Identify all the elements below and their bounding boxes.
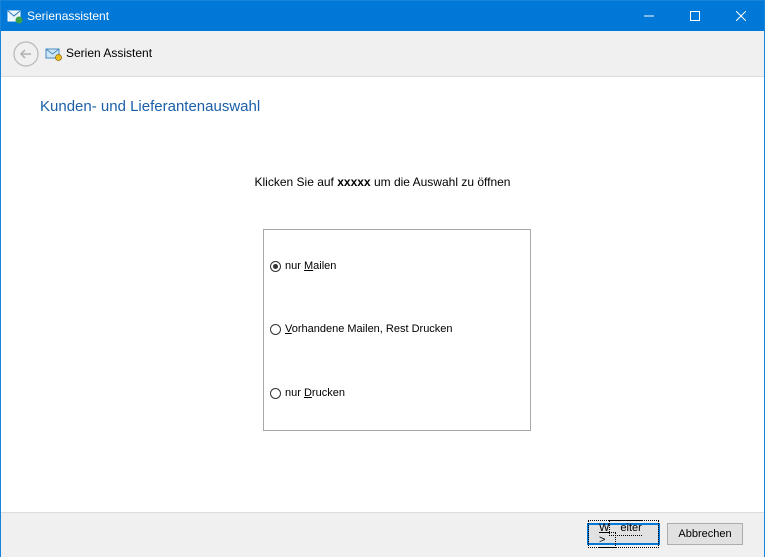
minimize-icon: [644, 15, 654, 17]
app-icon: [7, 10, 23, 24]
cancel-button[interactable]: Abbrechen: [667, 523, 743, 545]
option-label: nur Drucken: [285, 387, 345, 399]
close-icon: [736, 11, 746, 21]
mode-radio-group: nur Mailen Vorhandene Mailen, Rest Druck…: [263, 229, 531, 431]
mail-wizard-icon: [45, 48, 62, 61]
wizard-title: Serien Assistent: [66, 46, 153, 60]
back-arrow-icon[interactable]: [13, 41, 39, 67]
radio-option-print-only[interactable]: nur Drucken: [270, 387, 345, 399]
next-button[interactable]: Weiter >: [587, 520, 660, 548]
wizard-page: Kunden- und Lieferantenauswahl Klicken S…: [1, 77, 764, 512]
page-heading: Kunden- und Lieferantenauswahl: [40, 98, 261, 115]
next-button-label: Weiter >: [588, 520, 659, 548]
wizard-nav-bar: Serien Assistent: [1, 31, 764, 77]
radio-button[interactable]: [270, 387, 281, 399]
window-title: Serienassistent: [27, 9, 110, 23]
option-label: nur Mailen: [285, 260, 337, 272]
maximize-icon: [690, 11, 700, 21]
option-label: Vorhandene Mailen, Rest Drucken: [285, 323, 453, 335]
wizard-footer: Weiter > Abbrechen: [1, 512, 764, 557]
radio-option-mail-only[interactable]: nur Mailen: [270, 260, 336, 272]
instruction-text: Klicken Sie auf xxxxx um die Auswahl zu …: [1, 175, 764, 189]
minimize-button[interactable]: [626, 1, 672, 31]
radio-button[interactable]: [270, 323, 281, 335]
instruction-suffix: um die Auswahl zu öffnen: [370, 175, 511, 189]
wizard-window: Serienassistent Serien Assistent Kunden-…: [0, 0, 765, 557]
maximize-button[interactable]: [672, 1, 718, 31]
instruction-prefix: Klicken Sie auf: [254, 175, 338, 189]
instruction-bold: xxxxx: [337, 175, 371, 189]
radio-option-mail-rest-print[interactable]: Vorhandene Mailen, Rest Drucken: [270, 323, 453, 335]
radio-button[interactable]: [270, 260, 281, 272]
close-button[interactable]: [718, 1, 764, 31]
title-bar[interactable]: Serienassistent: [1, 1, 764, 31]
